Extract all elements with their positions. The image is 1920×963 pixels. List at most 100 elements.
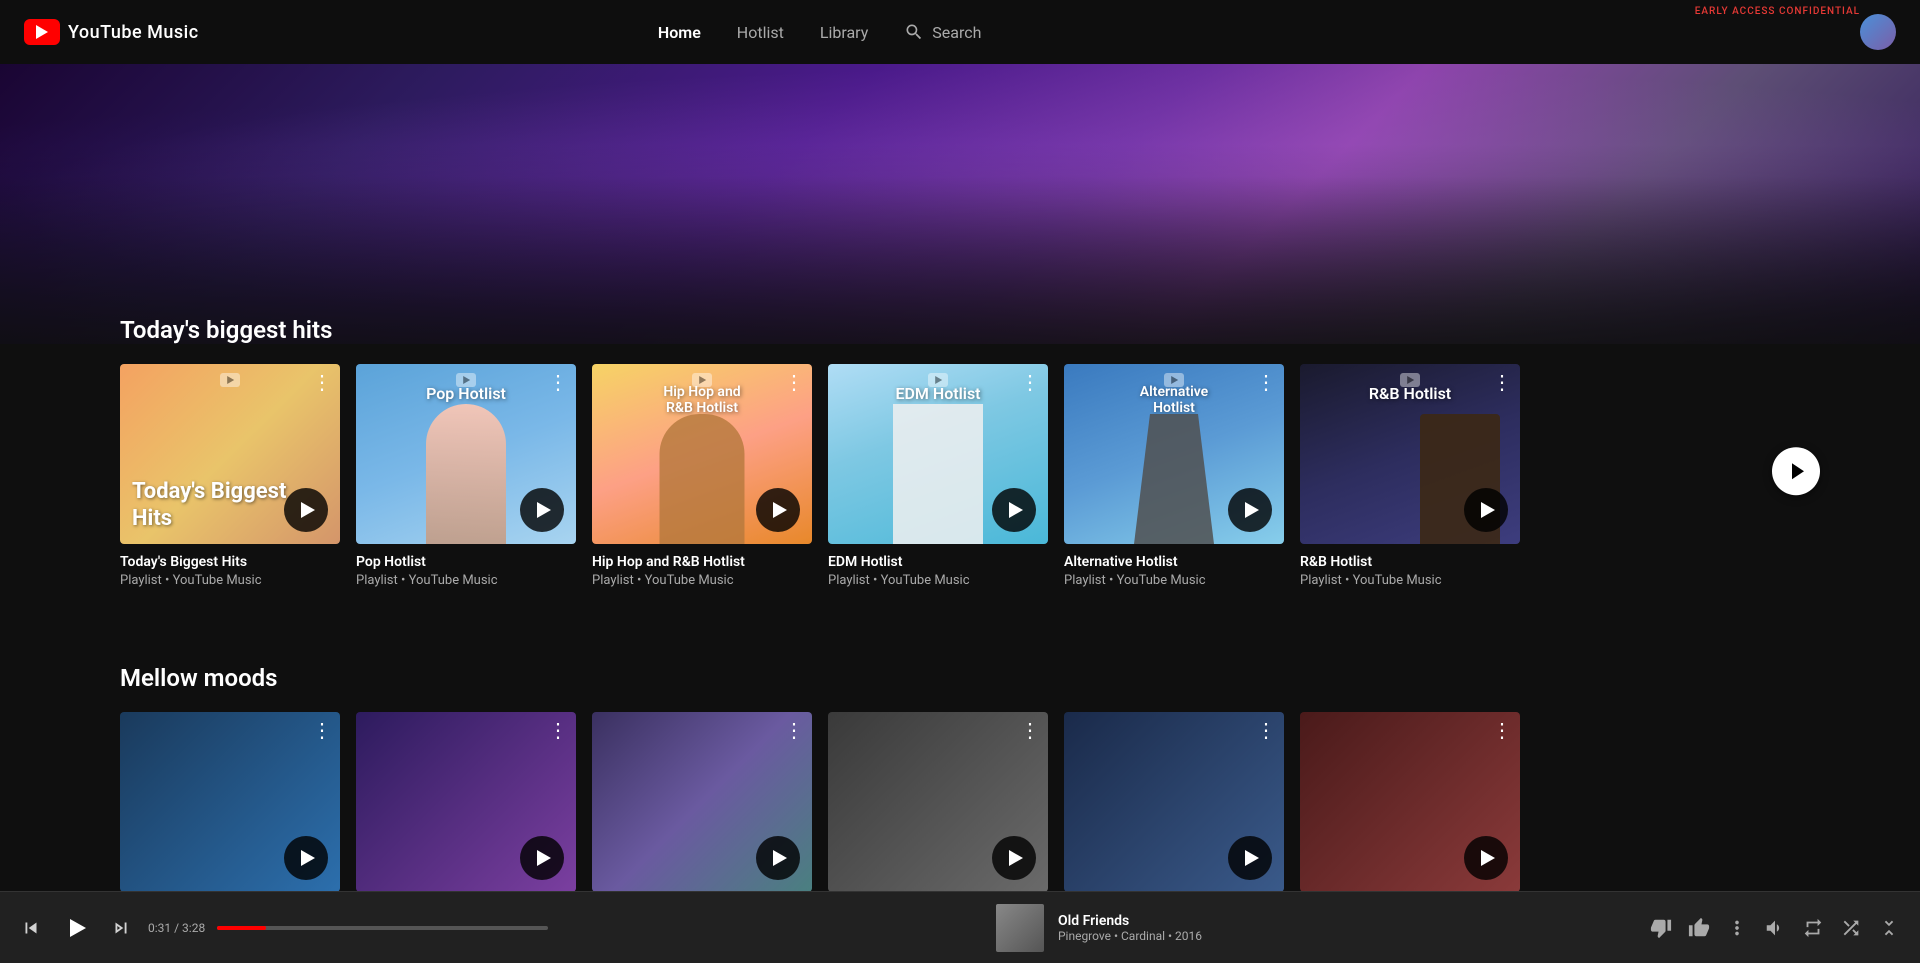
mellow-play-6[interactable] [1464,836,1508,880]
card-4-title: EDM Hotlist [828,554,1048,570]
mellow-play-5[interactable] [1228,836,1272,880]
card-hiphop-rnb[interactable]: Hip Hop andR&B Hotlist ⋮ Hip Hop and R&B… [592,364,812,588]
section-2-title: Mellow moods [120,664,1800,692]
search-icon [904,22,924,42]
progress-fill [217,926,266,930]
cards-row-2: ⋮ ⋮ ⋮ ⋮ [120,712,1800,892]
card-4-yt-icon [928,372,948,391]
mellow-thumb-3: ⋮ [592,712,812,892]
thumbs-up-icon [1688,917,1710,939]
progress-bar[interactable] [217,926,548,930]
mellow-card-6[interactable]: ⋮ [1300,712,1520,892]
mellow-card-5[interactable]: ⋮ [1064,712,1284,892]
track-meta: Pinegrove • Cardinal • 2016 [1058,929,1202,943]
track-info: Old Friends Pinegrove • Cardinal • 2016 [564,904,1634,952]
card-1-subtitle: Playlist • YouTube Music [120,573,340,588]
logo[interactable]: YouTube Music [24,19,199,45]
card-5-play[interactable] [1228,488,1272,532]
volume-button[interactable] [1764,917,1786,939]
mellow-play-1[interactable] [284,836,328,880]
repeat-button[interactable] [1802,917,1824,939]
shuffle-button[interactable] [1840,917,1862,939]
card-4-subtitle: Playlist • YouTube Music [828,573,1048,588]
like-button[interactable] [1688,917,1710,939]
mellow-thumb-1: ⋮ [120,712,340,892]
mellow-play-4[interactable] [992,836,1036,880]
card-5-more[interactable]: ⋮ [1256,372,1276,392]
play-icon [70,919,86,937]
track-name: Old Friends [1058,913,1202,929]
card-2-subtitle: Playlist • YouTube Music [356,573,576,588]
expand-button[interactable] [1878,917,1900,939]
card-pop-hotlist[interactable]: Pop Hotlist ⋮ Pop Hotlist Playlist • You… [356,364,576,588]
more-options-button[interactable] [1726,917,1748,939]
card-2-yt-icon [456,372,476,391]
mellow-card-3[interactable]: ⋮ [592,712,812,892]
card-rnb-hotlist[interactable]: R&B Hotlist ⋮ R&B Hotlist Playlist • You… [1300,364,1520,588]
card-3-more[interactable]: ⋮ [784,372,804,392]
card-1-label: Today's BiggestHits [132,479,286,532]
dislike-button[interactable] [1650,917,1672,939]
card-2-more[interactable]: ⋮ [548,372,568,392]
card-1-more[interactable]: ⋮ [312,372,332,392]
card-5-title: Alternative Hotlist [1064,554,1284,570]
card-edm-hotlist[interactable]: EDM Hotlist ⋮ EDM Hotlist Playlist • You… [828,364,1048,588]
card-3-play[interactable] [756,488,800,532]
nav-library[interactable]: Library [820,23,868,42]
mellow-card-1[interactable]: ⋮ [120,712,340,892]
card-4-more[interactable]: ⋮ [1020,372,1040,392]
user-avatar[interactable] [1860,14,1896,50]
thumbs-down-icon [1650,917,1672,939]
play-pause-button[interactable] [58,910,94,946]
card-4-play[interactable] [992,488,1036,532]
mellow-play-3[interactable] [756,836,800,880]
nav-home[interactable]: Home [658,23,701,42]
skip-forward-button[interactable] [110,917,132,939]
section-biggest-hits: Today's biggest hits Today's BiggestHits… [0,284,1920,604]
card-6-title: R&B Hotlist [1300,554,1520,570]
skip-back-icon [20,917,42,939]
search-label: Search [932,23,981,42]
card-6-play[interactable] [1464,488,1508,532]
mellow-more-5[interactable]: ⋮ [1256,720,1276,740]
repeat-icon [1802,917,1824,939]
mellow-more-4[interactable]: ⋮ [1020,720,1040,740]
card-2-play[interactable] [520,488,564,532]
card-3-subtitle: Playlist • YouTube Music [592,573,812,588]
card-4-thumb: EDM Hotlist ⋮ [828,364,1048,544]
card-todays-biggest-hits[interactable]: Today's BiggestHits ⋮ Today's Biggest Hi… [120,364,340,588]
mellow-more-6[interactable]: ⋮ [1492,720,1512,740]
card-alternative-hotlist[interactable]: AlternativeHotlist ⋮ Alternative Hotlist… [1064,364,1284,588]
mellow-more-2[interactable]: ⋮ [548,720,568,740]
mellow-more-1[interactable]: ⋮ [312,720,332,740]
mellow-thumb-5: ⋮ [1064,712,1284,892]
section-mellow-moods: Mellow moods ⋮ ⋮ ⋮ [0,604,1920,908]
main-content: Today's biggest hits Today's BiggestHits… [0,0,1920,963]
card-3-thumb: Hip Hop andR&B Hotlist ⋮ [592,364,812,544]
nav-hotlist[interactable]: Hotlist [737,23,784,42]
mellow-more-3[interactable]: ⋮ [784,720,804,740]
early-access-label: EARLY ACCESS CONFIDENTIAL [1695,6,1860,17]
card-6-subtitle: Playlist • YouTube Music [1300,573,1520,588]
mellow-play-2[interactable] [520,836,564,880]
cards-row-1: Today's BiggestHits ⋮ Today's Biggest Hi… [120,364,1800,588]
card-6-more[interactable]: ⋮ [1492,372,1512,392]
mellow-thumb-4: ⋮ [828,712,1048,892]
nav-search-button[interactable]: Search [904,22,981,42]
next-arrow-button[interactable] [1772,447,1820,495]
card-1-play[interactable] [284,488,328,532]
card-3-title: Hip Hop and R&B Hotlist [592,554,812,570]
shuffle-icon [1840,917,1862,939]
mellow-thumb-6: ⋮ [1300,712,1520,892]
expand-icon [1878,917,1900,939]
nav-links: Home Hotlist Library Search [658,22,982,42]
skip-back-button[interactable] [20,917,42,939]
mellow-card-4[interactable]: ⋮ [828,712,1048,892]
mellow-thumb-2: ⋮ [356,712,576,892]
card-1-title: Today's Biggest Hits [120,554,340,570]
app-title: YouTube Music [68,22,199,43]
mellow-card-2[interactable]: ⋮ [356,712,576,892]
player-controls [20,910,132,946]
player-actions [1650,917,1900,939]
card-1-yt-icon [220,372,240,391]
